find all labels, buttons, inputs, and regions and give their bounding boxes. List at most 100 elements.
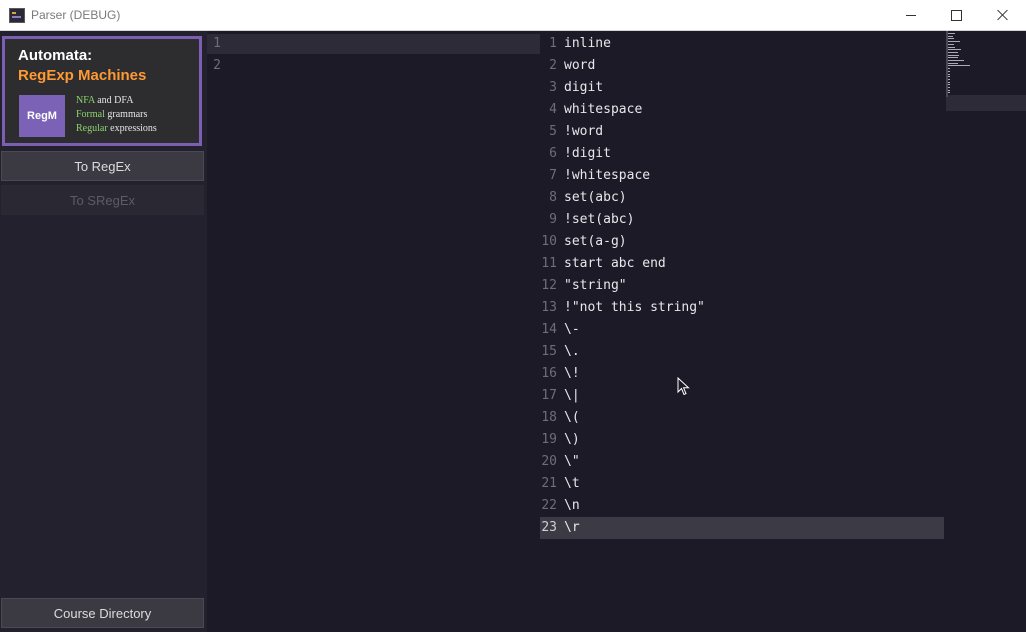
course-directory-button[interactable]: Course Directory — [1, 598, 204, 628]
minimap-line — [948, 70, 951, 72]
line-number: 2 — [549, 58, 557, 73]
line-number: 16 — [541, 366, 557, 381]
to-regex-button[interactable]: To RegEx — [1, 151, 204, 181]
code-line[interactable]: 2 word — [540, 55, 944, 77]
code-line[interactable]: 17 \| — [540, 385, 944, 407]
line-number: 14 — [541, 322, 557, 337]
line-number: 3 — [549, 80, 557, 95]
maximize-button[interactable] — [934, 0, 980, 30]
minimap-line — [948, 49, 962, 51]
code-text: \| — [564, 388, 580, 403]
current-line-highlight — [207, 34, 540, 54]
minimap-line — [948, 68, 951, 70]
line-number: 1 — [549, 36, 557, 51]
code-text: set(abc) — [564, 190, 627, 205]
line-number: 6 — [549, 146, 557, 161]
line-number: 20 — [541, 454, 557, 469]
minimap-line — [948, 57, 958, 59]
code-text: !word — [564, 124, 604, 139]
line-number: 19 — [541, 432, 557, 447]
code-text: \" — [564, 454, 580, 469]
code-text: \n — [564, 498, 580, 513]
minimap-line — [948, 43, 954, 45]
line-number: 9 — [549, 212, 557, 227]
code-line[interactable]: 14 \- — [540, 319, 944, 341]
sidebar: Automata: RegExp Machines RegM NFA and D… — [0, 31, 207, 632]
minimap-line — [948, 92, 951, 94]
banner-subtitle: RegExp Machines — [18, 67, 147, 84]
window-title: Parser (DEBUG) — [31, 8, 121, 22]
code-line[interactable]: 10 set(a-g) — [540, 231, 944, 253]
code-text: whitespace — [564, 102, 643, 117]
line-number: 5 — [549, 124, 557, 139]
minimap-line — [948, 51, 958, 53]
minimap-line — [948, 33, 956, 34]
minimap-line — [948, 46, 956, 48]
code-text: !"not this string" — [564, 300, 705, 315]
code-line[interactable]: 9 !set(abc) — [540, 209, 944, 231]
code-line[interactable]: 7 !whitespace — [540, 165, 944, 187]
code-text: word — [564, 58, 596, 73]
output-editor[interactable]: 1 inline 2 word 3 digit 4 whitespace 5 !word 6 !dig… — [540, 31, 1026, 632]
code-line[interactable]: 1 inline — [540, 33, 944, 55]
minimap-line — [948, 65, 970, 67]
line-number: 13 — [541, 300, 557, 315]
minimap-line — [948, 81, 951, 83]
line-number: 11 — [541, 256, 557, 271]
code-line[interactable]: 5 !word — [540, 121, 944, 143]
minimize-button[interactable] — [888, 0, 934, 30]
minimap-line — [948, 89, 951, 91]
code-line[interactable]: 20 \" — [540, 451, 944, 473]
code-text: !set(abc) — [564, 212, 635, 227]
line-number: 15 — [541, 344, 557, 359]
mouse-pointer-icon — [677, 377, 690, 396]
line-number: 22 — [541, 498, 557, 513]
line-number: 18 — [541, 410, 557, 425]
regm-logo: RegM — [19, 95, 65, 137]
minimap-line — [948, 35, 953, 37]
line-number: 23 — [541, 520, 557, 535]
line-number: 8 — [549, 190, 557, 205]
minimap-line — [948, 73, 951, 75]
banner-title: Automata: — [18, 47, 93, 64]
code-text: !whitespace — [564, 168, 651, 183]
line-number: 21 — [541, 476, 557, 491]
code-line[interactable]: 15 \. — [540, 341, 944, 363]
code-line[interactable]: 6 !digit — [540, 143, 944, 165]
code-line[interactable]: 8 set(abc) — [540, 187, 944, 209]
banner-point: Formal grammars — [76, 109, 148, 120]
code-line[interactable]: 4 whitespace — [540, 99, 944, 121]
code-text: start abc end — [564, 256, 666, 271]
code-line[interactable]: 13 !"not this string" — [540, 297, 944, 319]
line-number: 10 — [541, 234, 557, 249]
line-number: 12 — [541, 278, 557, 293]
code-text: \! — [564, 366, 580, 381]
code-line[interactable]: 12 "string" — [540, 275, 944, 297]
code-text: !digit — [564, 146, 611, 161]
minimap-line — [948, 76, 951, 78]
minimap-line — [948, 78, 951, 80]
code-text: \- — [564, 322, 580, 337]
code-line[interactable]: 21 \t — [540, 473, 944, 495]
minimap-line — [948, 87, 951, 88]
code-line[interactable]: 11 start abc end — [540, 253, 944, 275]
code-text: \( — [564, 410, 580, 425]
code-line[interactable]: 3 digit — [540, 77, 944, 99]
code-line[interactable]: 23 \r — [540, 517, 944, 539]
close-button[interactable] — [980, 0, 1026, 30]
code-text: \r — [564, 520, 580, 535]
minimap[interactable] — [946, 31, 1026, 111]
code-line[interactable]: 18 \( — [540, 407, 944, 429]
code-line[interactable]: 19 \) — [540, 429, 944, 451]
minimap-viewport[interactable] — [946, 95, 1026, 111]
input-editor[interactable]: 1 2 — [207, 31, 540, 632]
line-number: 17 — [541, 388, 557, 403]
banner-point: NFA and DFA — [76, 95, 134, 106]
to-sregex-button[interactable]: To SRegEx — [1, 185, 204, 215]
course-banner[interactable]: Automata: RegExp Machines RegM NFA and D… — [2, 36, 202, 146]
banner-point: Regular expressions — [76, 123, 157, 134]
code-text: digit — [564, 80, 604, 95]
code-line[interactable]: 22 \n — [540, 495, 944, 517]
code-text: \. — [564, 344, 580, 359]
code-line[interactable]: 16 \! — [540, 363, 944, 385]
